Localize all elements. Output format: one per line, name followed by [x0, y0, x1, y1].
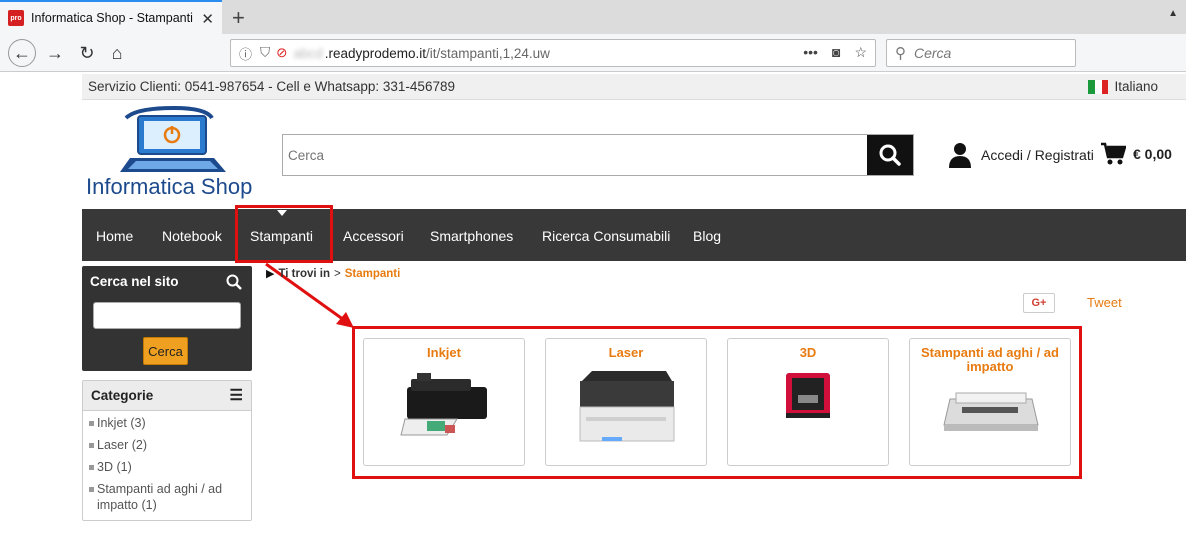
cart-total: € 0,00 [1133, 146, 1172, 162]
card-title: 3D [799, 345, 817, 360]
blurred-url-part: abcd [293, 45, 323, 61]
list-icon[interactable]: ☰ [230, 381, 243, 411]
logo-text: Informatica Shop [86, 174, 253, 199]
category-item[interactable]: 3D (1) [89, 459, 245, 475]
user-icon [949, 143, 971, 168]
browser-tab[interactable]: pro Informatica Shop - Stampanti ✕ [0, 0, 222, 34]
highlight-box-nav [235, 205, 333, 263]
category-label: Laser (2) [97, 438, 148, 452]
search-icon: ⚲ [895, 45, 906, 62]
sidebar-search-button[interactable]: Cerca [143, 337, 188, 365]
nav-item-accessori[interactable]: Accessori [343, 209, 404, 261]
cart-icon [1101, 142, 1126, 165]
3d-printer-image [786, 373, 830, 418]
search-icon [226, 274, 242, 290]
card-title: Laser [608, 345, 644, 360]
category-card-inkjet[interactable]: Inkjet [363, 338, 525, 466]
laser-printer-image [579, 371, 675, 442]
inkjet-printer-image [400, 373, 487, 436]
sidebar-search-panel: Cerca nel sito Cerca [82, 266, 252, 371]
nav-item-blog[interactable]: Blog [693, 209, 721, 261]
nav-item-smartphones[interactable]: Smartphones [430, 209, 513, 261]
category-item[interactable]: Inkjet (3) [89, 415, 245, 431]
back-icon[interactable]: ← [8, 39, 36, 67]
breadcrumb: ▶ Ti trovi in > Stampanti [266, 267, 401, 281]
service-bar: Servizio Clienti: 0541-987654 - Cell e W… [82, 74, 1186, 100]
categories-list: Inkjet (3) Laser (2) 3D (1) Stampanti ad… [83, 411, 251, 513]
search-input[interactable] [283, 135, 867, 175]
category-label: Inkjet (3) [97, 416, 146, 430]
site-logo[interactable]: Informatica Shop [86, 105, 268, 200]
new-tab-icon[interactable]: + [232, 5, 245, 31]
breadcrumb-prefix: Ti trovi in [278, 267, 331, 280]
url-host: .readyprodemo.it [324, 45, 427, 61]
category-card-impact[interactable]: Stampanti ad aghi / ad impatto [909, 338, 1071, 466]
categories-panel: Categorie ☰ Inkjet (3) Laser (2) 3D (1) … [82, 380, 252, 521]
pocket-icon[interactable]: ◙ [832, 44, 840, 61]
home-icon[interactable]: ⌂ [104, 40, 130, 66]
italy-flag-icon [1088, 80, 1109, 94]
category-card-3d[interactable]: 3D [727, 338, 889, 466]
search-icon [879, 144, 901, 166]
browser-toolbar: ← → ↻ ⌂ ⓘ ⛉ ⊘ abcd .readyprodemo.it /it/… [0, 34, 1186, 72]
tweet-link[interactable]: Tweet [1087, 295, 1122, 310]
category-label: 3D (1) [97, 460, 132, 474]
site-favicon-icon: pro [8, 10, 24, 26]
category-item[interactable]: Laser (2) [89, 437, 245, 453]
categories-header: Categorie ☰ [83, 381, 251, 411]
breadcrumb-current[interactable]: Stampanti [345, 268, 401, 280]
service-contact-text: Servizio Clienti: 0541-987654 - Cell e W… [88, 79, 455, 94]
language-label: Italiano [1114, 79, 1158, 94]
close-tab-icon[interactable]: ✕ [201, 10, 214, 28]
categories-title: Categorie [91, 388, 154, 403]
account-label: Accedi / Registrati [981, 147, 1094, 163]
nav-item-home[interactable]: Home [96, 209, 133, 261]
category-card-laser[interactable]: Laser [545, 338, 707, 466]
address-bar[interactable]: ⓘ ⛉ ⊘ abcd .readyprodemo.it /it/stampant… [230, 39, 876, 67]
sidebar-search-title: Cerca nel sito [90, 274, 179, 289]
reload-icon[interactable]: ↻ [74, 40, 100, 66]
tab-overflow-icon[interactable]: ▲ [1168, 8, 1178, 19]
nav-item-ricerca-consumabili[interactable]: Ricerca Consumabili [542, 209, 670, 261]
nav-item-notebook[interactable]: Notebook [162, 209, 222, 261]
gplus-button[interactable]: G+ [1023, 293, 1055, 313]
breadcrumb-separator: > [334, 267, 341, 280]
browser-search-box[interactable]: ⚲ Cerca [886, 39, 1076, 67]
info-icon[interactable]: ⓘ [239, 44, 252, 63]
card-title: Inkjet [427, 345, 461, 360]
dot-matrix-printer-image [943, 392, 1039, 431]
main-search [282, 134, 914, 176]
search-button[interactable] [867, 135, 913, 175]
bookmark-star-icon[interactable]: ☆ [854, 44, 867, 61]
language-selector[interactable]: Italiano [1088, 74, 1158, 100]
browser-search-placeholder: Cerca [914, 45, 952, 61]
tab-title: Informatica Shop - Stampanti [31, 11, 193, 25]
category-item[interactable]: Stampanti ad aghi / ad impatto (1) [89, 481, 245, 513]
insecure-lock-icon[interactable]: ⊘ [276, 45, 287, 61]
browser-tab-bar: pro Informatica Shop - Stampanti ✕ + ▲ [0, 0, 1186, 34]
shield-icon[interactable]: ⛉ [260, 45, 270, 61]
account-link[interactable]: Accedi / Registrati [948, 142, 1094, 168]
forward-icon[interactable]: → [42, 40, 68, 66]
sidebar-search-input[interactable] [93, 302, 241, 329]
computer-logo-icon [120, 105, 226, 172]
breadcrumb-arrow-icon: ▶ [266, 268, 275, 280]
page-actions-icon[interactable]: ••• [803, 44, 818, 61]
category-label: Stampanti ad aghi / ad impatto (1) [97, 482, 223, 512]
card-title: Stampanti ad aghi / ad impatto [921, 345, 1059, 374]
cart-link[interactable]: € 0,00 [1100, 142, 1172, 166]
url-path: /it/stampanti,1,24.uw [426, 45, 550, 61]
